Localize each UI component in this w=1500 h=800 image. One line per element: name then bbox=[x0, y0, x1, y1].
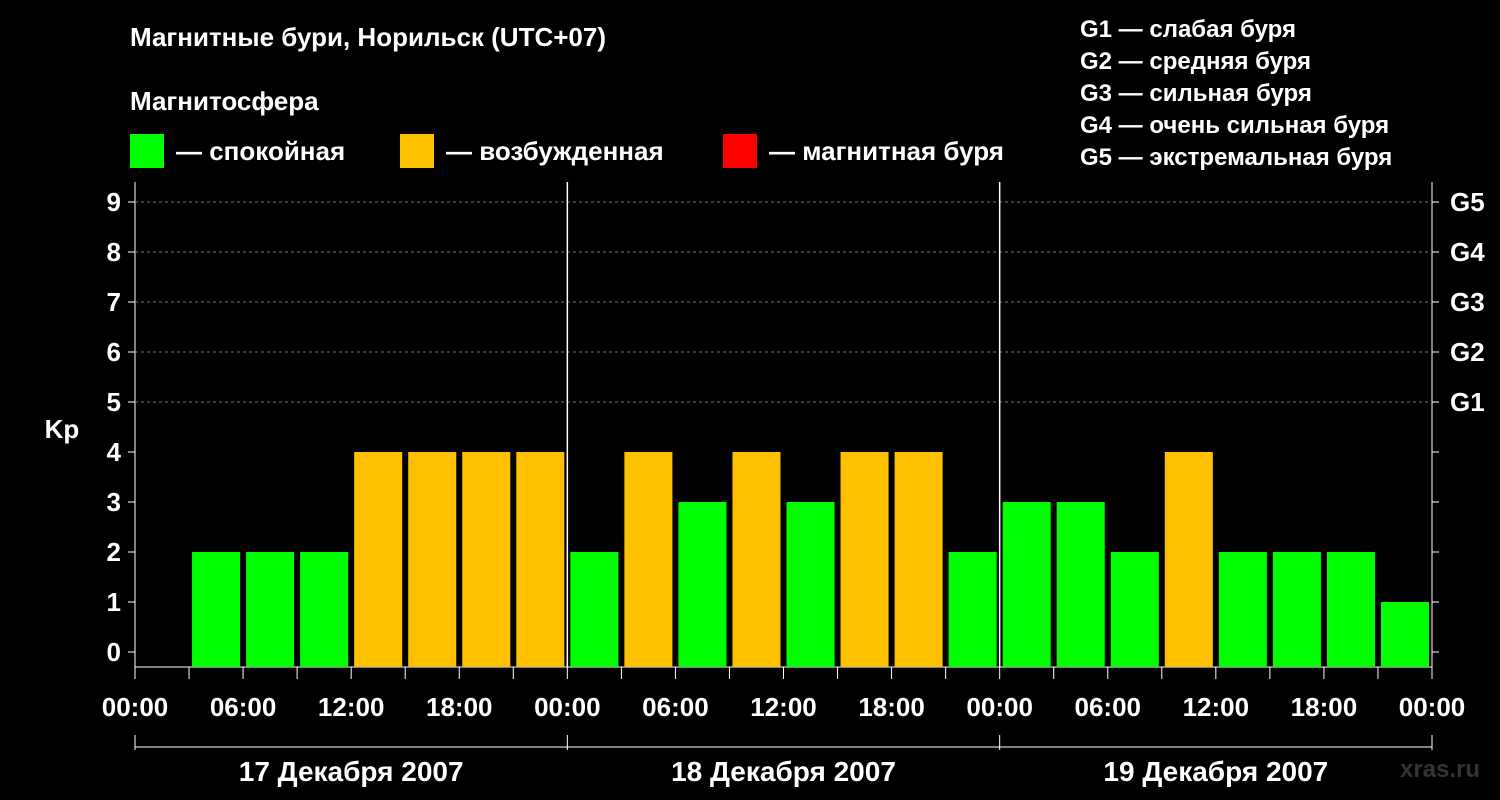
day-label: 17 Декабря 2007 bbox=[239, 756, 464, 787]
kp-bar bbox=[1380, 602, 1429, 667]
day-label: 19 Декабря 2007 bbox=[1103, 756, 1328, 787]
x-tick-label: 12:00 bbox=[1183, 692, 1250, 722]
kp-bar bbox=[786, 502, 835, 667]
kp-chart: 0 1 2 3 4 5 6 7 8 9 Kp G1 G2 G3 G4 G5 00:00 06:00 12:00 18:… bbox=[45, 182, 1485, 787]
kp-bar bbox=[192, 552, 241, 667]
kp-bar bbox=[1326, 552, 1375, 667]
x-tick-label: 18:00 bbox=[426, 692, 493, 722]
kp-bar bbox=[1164, 452, 1213, 667]
kp-bar bbox=[300, 552, 349, 667]
kp-bar bbox=[1272, 552, 1321, 667]
y-tick-label: 3 bbox=[107, 487, 121, 517]
kp-bar bbox=[1218, 552, 1267, 667]
y-tick-label: 8 bbox=[107, 237, 121, 267]
g-level-label: G1 bbox=[1450, 387, 1485, 417]
kp-bar bbox=[354, 452, 403, 667]
x-tick-label: 18:00 bbox=[1291, 692, 1358, 722]
kp-bar bbox=[840, 452, 889, 667]
day-label: 18 Декабря 2007 bbox=[671, 756, 896, 787]
g-level-label: G3 bbox=[1450, 287, 1485, 317]
kp-bar bbox=[462, 452, 511, 667]
x-tick-label: 12:00 bbox=[318, 692, 385, 722]
g-level-label: G4 bbox=[1450, 237, 1485, 267]
kp-bar bbox=[246, 552, 295, 667]
y-tick-label: 2 bbox=[107, 537, 121, 567]
y-tick-label: 1 bbox=[107, 587, 121, 617]
kp-bar bbox=[516, 452, 565, 667]
y-axis-label: Kp bbox=[45, 414, 80, 444]
y-tick-label: 6 bbox=[107, 337, 121, 367]
kp-bar bbox=[570, 552, 619, 667]
x-tick-label: 00:00 bbox=[966, 692, 1033, 722]
x-tick-label: 00:00 bbox=[102, 692, 169, 722]
x-tick-label: 06:00 bbox=[642, 692, 709, 722]
y-tick-label: 9 bbox=[107, 187, 121, 217]
y-tick-label: 4 bbox=[107, 437, 122, 467]
x-tick-label: 06:00 bbox=[210, 692, 277, 722]
x-tick-label: 18:00 bbox=[858, 692, 925, 722]
kp-bar bbox=[732, 452, 781, 667]
g-level-label: G2 bbox=[1450, 337, 1485, 367]
x-tick-label: 00:00 bbox=[534, 692, 601, 722]
kp-bar bbox=[408, 452, 457, 667]
kp-bar bbox=[678, 502, 727, 667]
watermark: xras.ru bbox=[1400, 756, 1481, 783]
kp-bar bbox=[624, 452, 673, 667]
x-tick-label: 00:00 bbox=[1399, 692, 1466, 722]
y-tick-label: 7 bbox=[107, 287, 121, 317]
kp-bar bbox=[894, 452, 943, 667]
y-tick-label: 5 bbox=[107, 387, 121, 417]
g-level-label: G5 bbox=[1450, 187, 1485, 217]
x-tick-label: 06:00 bbox=[1075, 692, 1142, 722]
kp-bar bbox=[1002, 502, 1051, 667]
y-tick-label: 0 bbox=[107, 637, 121, 667]
kp-bar bbox=[1056, 502, 1105, 667]
kp-bar bbox=[948, 552, 997, 667]
x-tick-label: 12:00 bbox=[750, 692, 817, 722]
kp-bar bbox=[1110, 552, 1159, 667]
